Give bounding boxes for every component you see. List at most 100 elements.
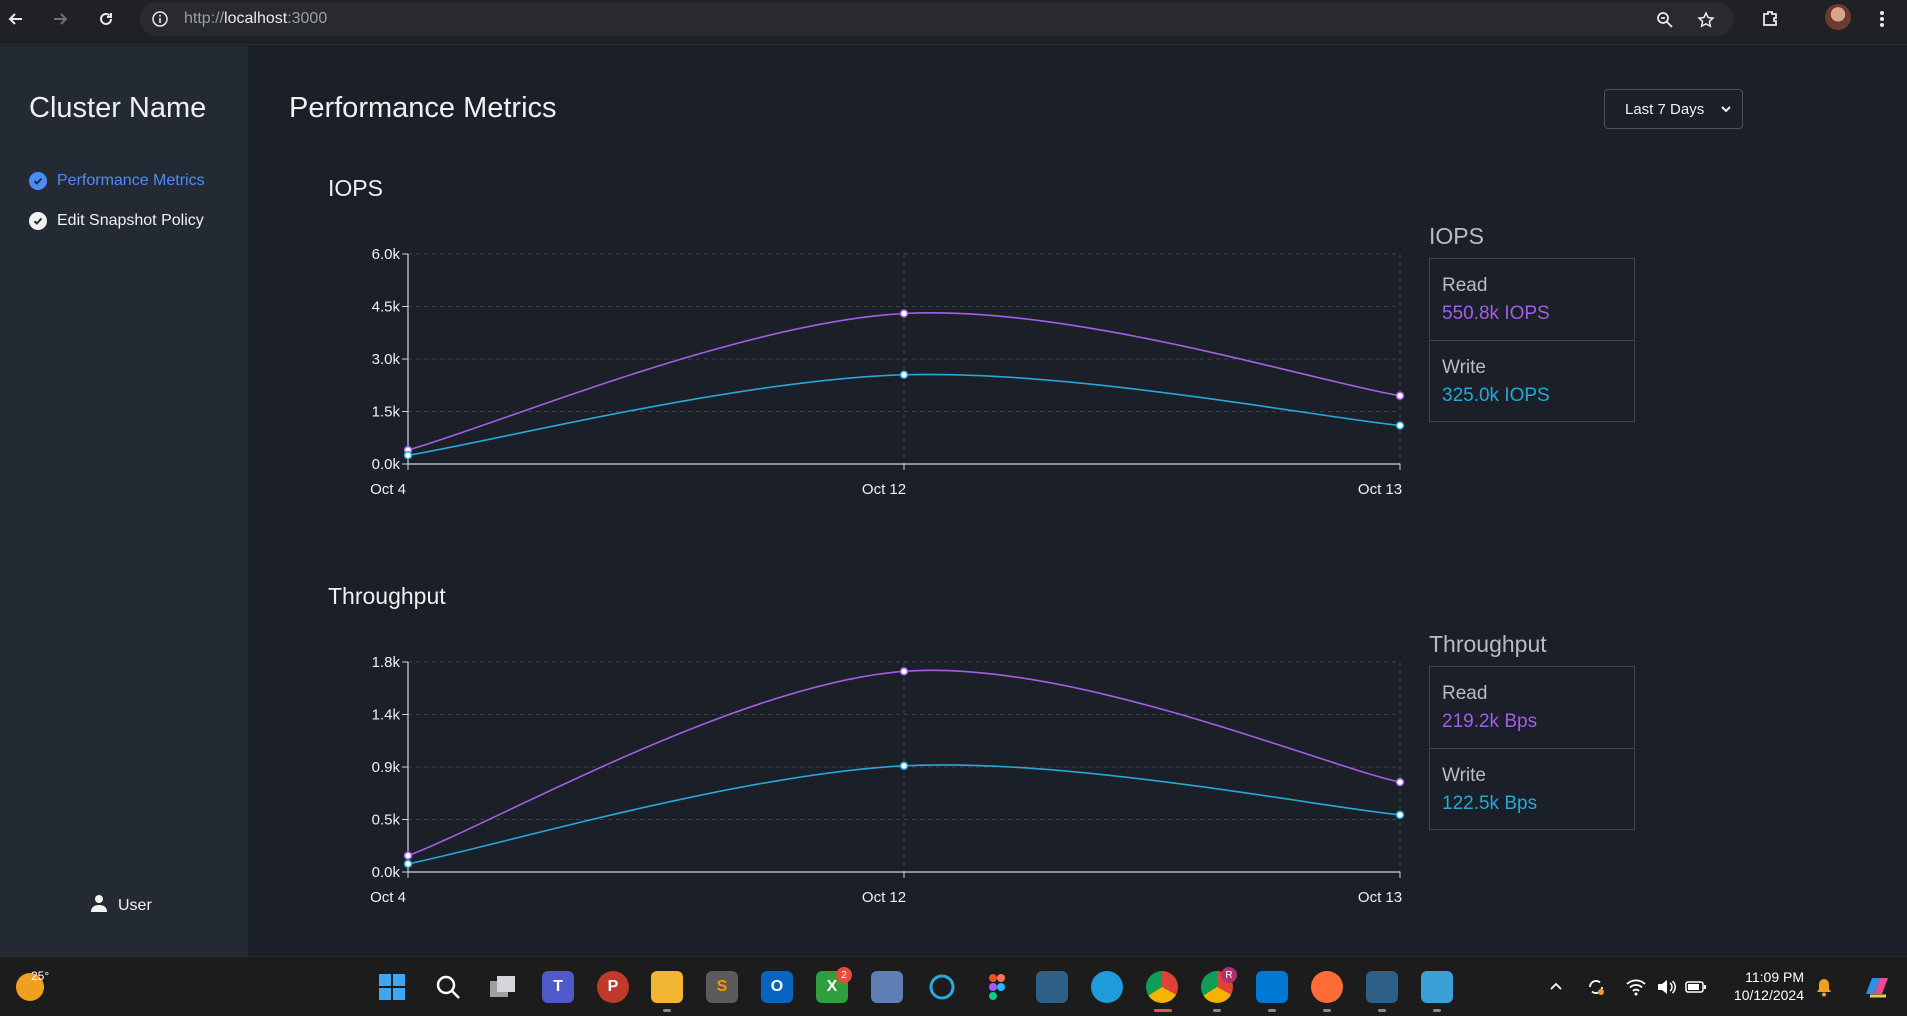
throughput-summary-title: Throughput <box>1429 631 1547 657</box>
back-icon[interactable] <box>2 5 30 33</box>
throughput-section-title: Throughput <box>328 583 446 609</box>
iops-read-value: 550.8k IOPS <box>1442 303 1550 324</box>
chrome-profile-icon[interactable]: R <box>1201 967 1237 1003</box>
psiphon-icon[interactable]: P <box>597 971 629 1003</box>
data-point-read <box>403 851 413 860</box>
browser-toolbar: http://localhost:3000 <box>0 0 1907 45</box>
running-indicator <box>1268 1009 1276 1012</box>
active-indicator <box>1154 1009 1172 1012</box>
user-label: User <box>118 896 152 914</box>
notepad-icon[interactable] <box>1421 971 1453 1003</box>
check-circle-icon <box>29 172 47 190</box>
data-point-read <box>899 309 909 318</box>
x-tick-label: Oct 12 <box>862 889 906 906</box>
task-view-icon[interactable] <box>487 971 519 1003</box>
performance-monitor-icon[interactable] <box>871 971 903 1003</box>
windows-taskbar: 25° T P S O X2 R 11:09 PM 10/12/2024 <box>0 956 1907 1016</box>
volume-icon[interactable] <box>1655 976 1677 998</box>
cortana-icon[interactable] <box>926 971 958 1003</box>
x-tick-label: Oct 13 <box>1358 481 1402 498</box>
data-point-read <box>1395 777 1405 787</box>
notification-bell-icon[interactable] <box>1813 976 1835 998</box>
chevron-up-icon[interactable] <box>1545 976 1567 998</box>
sidebar-item-label: Performance Metrics <box>57 172 205 189</box>
file-explorer-icon[interactable] <box>651 971 683 1003</box>
throughput-read-value: 219.2k Bps <box>1442 711 1538 732</box>
figma-icon[interactable] <box>981 971 1013 1003</box>
windows-start-icon[interactable] <box>376 971 408 1003</box>
teams-icon[interactable]: T <box>542 971 574 1003</box>
xbox-icon[interactable]: X2 <box>816 967 852 1003</box>
chrome-icon[interactable] <box>1146 971 1178 1003</box>
x-tick-label: Oct 4 <box>370 481 406 498</box>
running-indicator <box>1213 1009 1221 1012</box>
throughput-read-cell: Read 219.2k Bps <box>1430 667 1634 748</box>
search-icon[interactable] <box>432 971 464 1003</box>
throughput-write-value: 122.5k Bps <box>1442 793 1538 814</box>
write-label: Write <box>1442 357 1486 378</box>
wifi-icon[interactable] <box>1625 976 1647 998</box>
weather-temperature: 25° <box>31 969 50 983</box>
y-tick-label: 1.8k <box>372 654 401 671</box>
user-menu[interactable]: User <box>90 894 152 917</box>
data-point-write <box>899 761 909 771</box>
iops-write-cell: Write 325.0k IOPS <box>1430 340 1634 421</box>
chevron-down-icon <box>1720 102 1732 119</box>
site-info-icon[interactable] <box>150 9 170 29</box>
throughput-chart: 0.0k 0.5k 0.9k 1.4k 1.8k Oct 4 Oct 12 Oct 13 <box>370 654 1405 906</box>
y-tick-label: 4.5k <box>372 299 401 316</box>
x-tick-label: Oct 12 <box>862 481 906 498</box>
xbox-badge: 2 <box>836 967 852 983</box>
sublime-text-icon[interactable]: S <box>706 971 738 1003</box>
data-point-write <box>403 859 413 869</box>
mysql-workbench-2-icon[interactable] <box>1366 971 1398 1003</box>
postman-icon[interactable] <box>1311 971 1343 1003</box>
iops-read-cell: Read 550.8k IOPS <box>1430 259 1634 340</box>
iops-section-title: IOPS <box>328 175 383 201</box>
data-point-write <box>403 451 413 460</box>
copilot-icon[interactable] <box>1860 976 1894 998</box>
read-label: Read <box>1442 275 1488 296</box>
profile-avatar[interactable] <box>1825 4 1851 30</box>
address-bar[interactable]: http://localhost:3000 <box>140 2 1734 36</box>
data-point-read <box>1395 391 1405 400</box>
sidebar-item-performance-metrics[interactable]: Performance Metrics <box>29 172 205 190</box>
data-point-read <box>899 667 909 676</box>
y-tick-label: 3.0k <box>372 351 401 368</box>
y-tick-label: 0.5k <box>372 812 401 829</box>
series-line-read <box>407 311 1401 451</box>
user-icon <box>90 894 108 917</box>
check-circle-icon <box>29 212 47 230</box>
reload-icon[interactable] <box>92 5 120 33</box>
read-label: Read <box>1442 683 1488 704</box>
y-tick-label: 1.4k <box>372 707 401 724</box>
menu-kebab-icon[interactable] <box>1868 5 1896 33</box>
x-tick-label: Oct 13 <box>1358 889 1402 906</box>
data-point-write <box>1395 810 1405 820</box>
extensions-icon[interactable] <box>1756 5 1784 33</box>
sidebar-item-edit-snapshot-policy[interactable]: Edit Snapshot Policy <box>29 212 204 230</box>
x-tick-label: Oct 4 <box>370 889 406 906</box>
vscode-icon[interactable] <box>1256 971 1288 1003</box>
y-tick-label: 1.5k <box>372 404 401 421</box>
forward-icon[interactable] <box>46 5 74 33</box>
y-tick-label: 0.0k <box>372 864 401 881</box>
iops-chart: 0.0k 1.5k 3.0k 4.5k 6.0k Oct 4 Oct 12 Oct 13 <box>370 246 1405 498</box>
zoom-icon[interactable] <box>1653 8 1677 32</box>
y-tick-label: 0.0k <box>372 456 401 473</box>
battery-icon[interactable] <box>1685 976 1707 998</box>
running-indicator <box>1433 1009 1441 1012</box>
iops-write-value: 325.0k IOPS <box>1442 385 1550 406</box>
sync-icon[interactable] <box>1585 976 1607 998</box>
data-point-write <box>1395 421 1405 430</box>
system-clock[interactable]: 11:09 PM 10/12/2024 <box>1720 968 1804 1004</box>
outlook-icon[interactable]: O <box>761 971 793 1003</box>
sidebar: Cluster Name Performance Metrics Edit Sn… <box>0 46 248 956</box>
mysql-workbench-icon[interactable] <box>1036 971 1068 1003</box>
edge-icon[interactable] <box>1091 971 1123 1003</box>
date-range-select[interactable]: Last 7 Days <box>1604 89 1743 129</box>
bookmark-star-icon[interactable] <box>1694 8 1718 32</box>
iops-summary-box: Read 550.8k IOPS Write 325.0k IOPS <box>1429 258 1635 422</box>
cluster-name: Cluster Name <box>29 92 207 124</box>
clock-date: 10/12/2024 <box>1733 987 1804 1003</box>
